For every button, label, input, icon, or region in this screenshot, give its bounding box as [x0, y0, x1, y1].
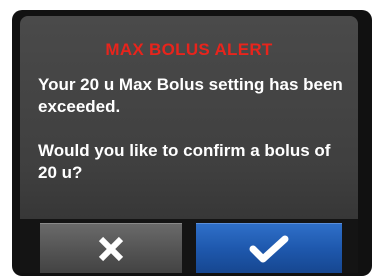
alert-message-confirm-question: Would you like to confirm a bolus of 20 … [38, 141, 331, 182]
alert-title: MAX BOLUS ALERT [105, 40, 273, 59]
pump-device-frame: MAX BOLUS ALERT Your 20 u Max Bolus sett… [12, 10, 372, 276]
confirm-button[interactable] [196, 223, 342, 273]
button-bar [20, 219, 358, 273]
alert-message-exceeded: Your 20 u Max Bolus setting has been exc… [38, 75, 343, 116]
alert-screen: MAX BOLUS ALERT Your 20 u Max Bolus sett… [20, 16, 358, 273]
x-icon [96, 234, 126, 264]
checkmark-icon [249, 234, 289, 264]
cancel-button[interactable] [40, 223, 182, 273]
